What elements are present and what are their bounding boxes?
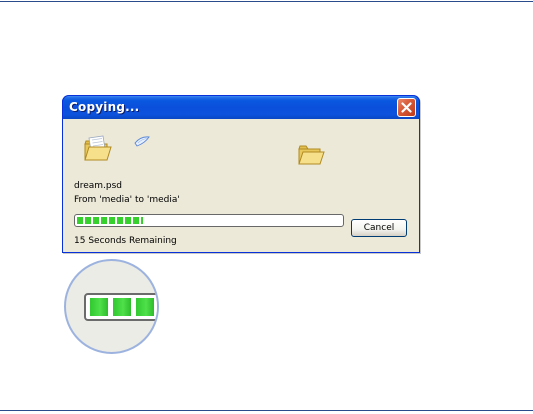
copy-progress-bar — [74, 214, 344, 227]
magnified-progress-frame — [84, 293, 157, 321]
dialog-body: dream.psd From 'media' to 'media' Cancel… — [63, 119, 419, 252]
time-remaining: 15 Seconds Remaining — [74, 236, 177, 246]
source-destination-text: From 'media' to 'media' — [74, 195, 180, 205]
top-rule — [0, 1, 533, 2]
bottom-rule — [0, 410, 533, 411]
flying-paper-icon — [134, 136, 150, 147]
folder-icon — [298, 145, 325, 165]
magnified-progress-bar — [64, 259, 159, 354]
folder-icon — [84, 135, 112, 161]
progress-fill — [77, 217, 143, 224]
close-icon — [401, 102, 412, 113]
magnified-progress-fill — [90, 298, 157, 316]
close-button[interactable] — [397, 98, 416, 117]
copying-dialog: Copying... dream.psd From 'media' to 'me… — [62, 95, 420, 253]
dialog-title: Copying... — [69, 100, 140, 114]
title-bar[interactable]: Copying... — [62, 95, 420, 119]
cancel-button[interactable]: Cancel — [351, 219, 407, 237]
file-name: dream.psd — [74, 181, 123, 191]
